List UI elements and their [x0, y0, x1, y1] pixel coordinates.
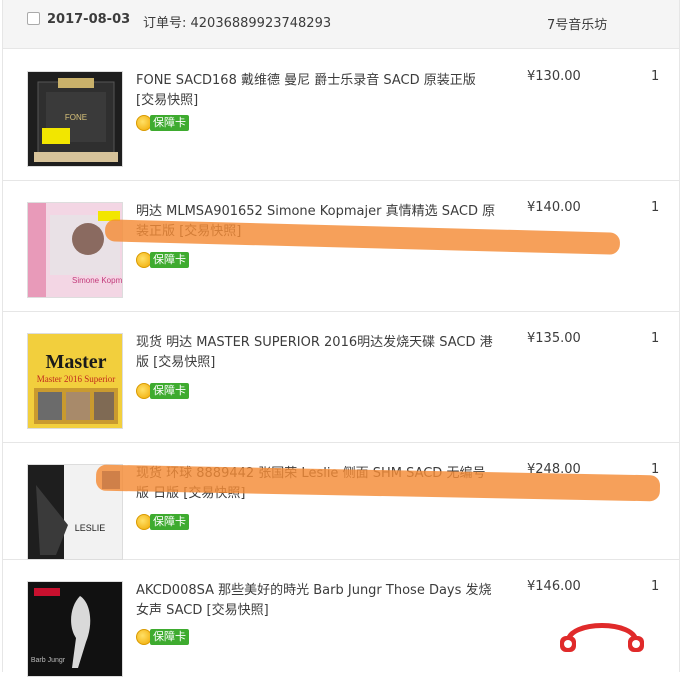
product-thumbnail[interactable]: Barb Jungr: [27, 581, 123, 677]
order-date: 2017-08-03: [47, 12, 131, 27]
headphones-logo-icon: [560, 623, 644, 652]
cover-art-icon: FONE: [28, 72, 122, 166]
shop-name-link[interactable]: 7号音乐坊: [547, 14, 607, 33]
svg-text:Simone Kopmajer: Simone Kopmajer: [72, 276, 123, 285]
order-item-row: FONE FONE SACD168 戴维德 曼尼 爵士乐录音 SACD 原装正版…: [3, 49, 679, 181]
product-thumbnail[interactable]: Simone Kopmajer: [27, 202, 123, 298]
item-quantity: 1: [651, 331, 660, 346]
guarantee-badge[interactable]: 保障卡: [136, 115, 189, 131]
order-header: 2017-08-03 订单号: 42036889923748293 7号音乐坊: [3, 0, 679, 49]
item-price: ¥130.00: [527, 69, 581, 84]
cover-art-icon: Simone Kopmajer: [28, 203, 123, 297]
svg-text:LESLIE: LESLIE: [75, 523, 106, 533]
product-thumbnail[interactable]: FONE: [27, 71, 123, 167]
product-thumbnail[interactable]: Master Master 2016 Superior: [27, 333, 123, 429]
order-item-row: LESLIE 现货 环球 8889442 张国荣 Leslie 侧面 SHM S…: [3, 442, 679, 560]
item-quantity: 1: [651, 200, 660, 215]
item-quantity: 1: [651, 69, 660, 84]
guarantee-badge[interactable]: 保障卡: [136, 252, 189, 268]
item-price: ¥135.00: [527, 331, 581, 346]
item-price: ¥140.00: [527, 200, 581, 215]
guarantee-badge[interactable]: 保障卡: [136, 383, 189, 399]
guarantee-badge[interactable]: 保障卡: [136, 629, 189, 645]
product-title-link[interactable]: AKCD008SA 那些美好的時光 Barb Jungr Those Days …: [136, 581, 496, 621]
guarantee-badge[interactable]: 保障卡: [136, 514, 189, 530]
item-price: ¥146.00: [527, 579, 581, 594]
svg-text:Barb Jungr: Barb Jungr: [31, 657, 66, 664]
product-title-link[interactable]: FONE SACD168 戴维德 曼尼 爵士乐录音 SACD 原装正版 [交易快…: [136, 71, 496, 111]
order-item-row: Master Master 2016 Superior 现货 明达 MASTER…: [3, 311, 679, 443]
cover-art-icon: Master Master 2016 Superior: [28, 334, 122, 428]
svg-text:Master 2016 Superior: Master 2016 Superior: [37, 374, 116, 384]
item-quantity: 1: [651, 579, 660, 594]
order-number: 订单号: 42036889923748293: [143, 16, 332, 31]
order-panel: 2017-08-03 订单号: 42036889923748293 7号音乐坊 …: [2, 0, 680, 677]
product-title-link[interactable]: 现货 明达 MASTER SUPERIOR 2016明达发烧天碟 SACD 港版…: [136, 333, 496, 373]
order-checkbox[interactable]: [27, 12, 40, 25]
svg-text:Master: Master: [45, 351, 106, 373]
svg-text:FONE: FONE: [65, 113, 87, 122]
cover-art-icon: Barb Jungr: [28, 582, 122, 676]
